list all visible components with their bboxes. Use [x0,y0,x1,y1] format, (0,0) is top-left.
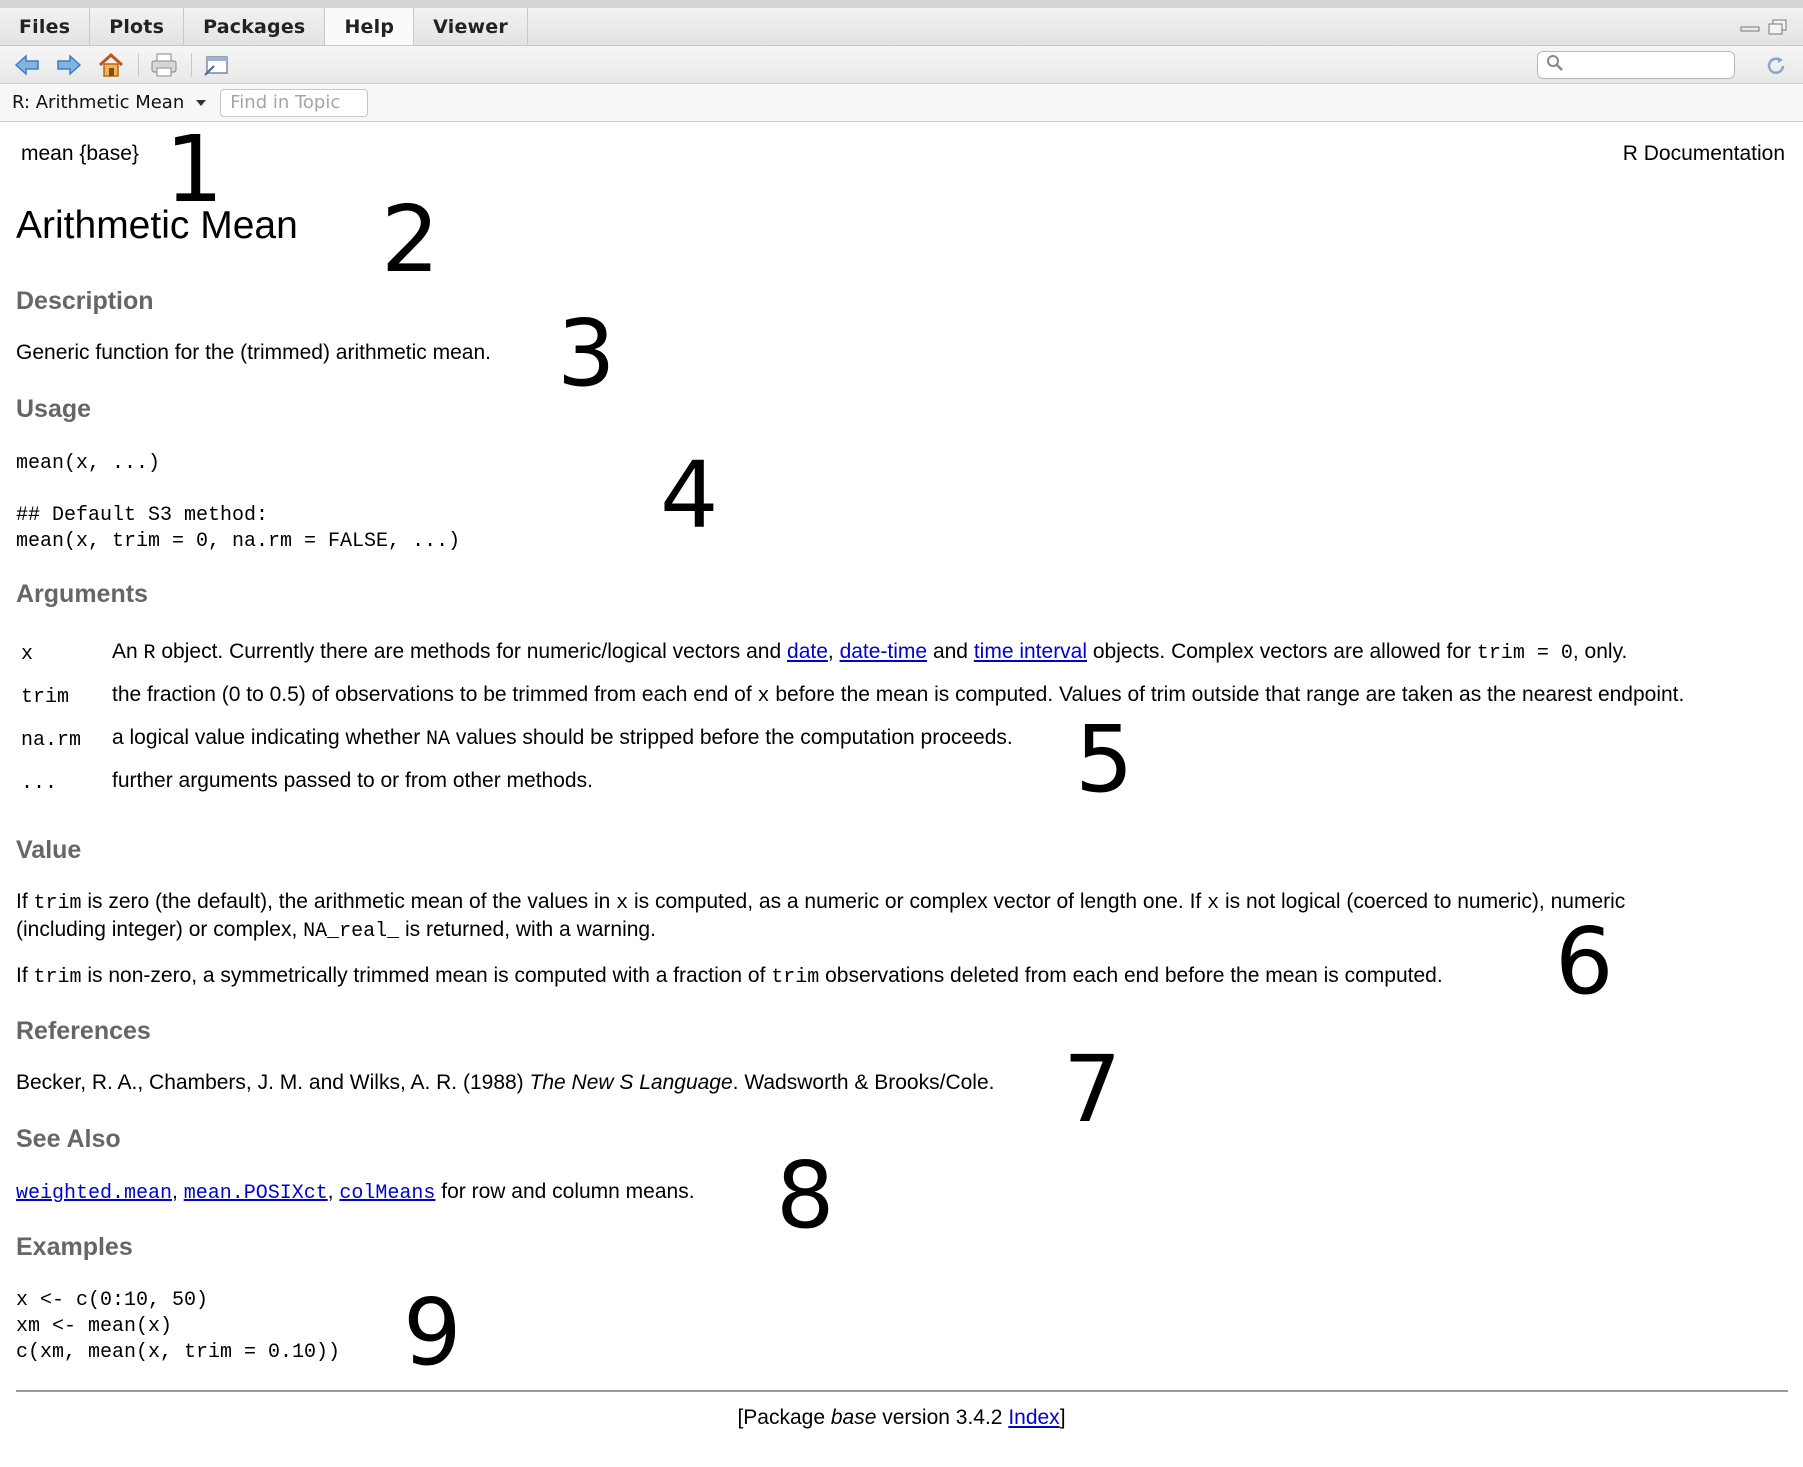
tab-help[interactable]: Help [325,8,415,45]
examples-code-block: x <- c(0:10, 50) xm <- mean(x) c(xm, mean(… [16,1288,340,1366]
link-colmeans[interactable]: colMeans [339,1182,435,1205]
see-also-text: weighted.mean, mean.POSIXct, colMeans fo… [16,1180,695,1205]
chevron-down-icon [196,99,207,106]
argument-name: x [21,643,34,666]
annotation-number-3: 3 [557,300,616,407]
usage-code-block: mean(x, ...) ## Default S3 method: mean(x,… [16,451,460,555]
link-index[interactable]: Index [1008,1406,1059,1429]
description-text: Generic function for the (trimmed) arith… [16,341,492,364]
window-controls [1739,8,1803,45]
annotation-number-8: 8 [776,1142,835,1249]
tab-plots[interactable]: Plots [90,8,185,45]
tab-viewer[interactable]: Viewer [414,8,528,45]
value-paragraph: If trim is non-zero, a symmetrically tri… [16,964,1443,989]
page-title: Arithmetic Mean [16,204,298,247]
argument-description: the fraction (0 to 0.5) of observations … [112,683,1685,708]
section-heading-arguments: Arguments [16,580,148,608]
link-mean-posixct[interactable]: mean.POSIXct [184,1182,328,1205]
toolbar-divider [138,52,139,77]
annotation-number-6: 6 [1555,908,1614,1015]
code-line: mean(x, trim = 0, na.rm = FALSE, ...) [16,530,461,553]
tab-packages[interactable]: Packages [184,8,326,45]
doc-package-header: mean {base} [21,142,139,165]
section-heading-description: Description [16,287,154,315]
code-line: ## Default S3 method: [16,504,269,527]
annotation-number-1: 1 [165,116,224,223]
package-footer: [Package base version 3.4.2 Index] [737,1406,1066,1429]
code-line: c(xm, mean(x, trim = 0.10)) [16,1341,341,1364]
argument-description: further arguments passed to or from othe… [112,769,593,792]
print-icon[interactable] [149,50,179,80]
section-heading-examples: Examples [16,1233,133,1261]
annotation-number-5: 5 [1075,706,1134,813]
annotation-number-4: 4 [660,442,719,549]
tab-files[interactable]: Files [0,8,91,45]
section-heading-usage: Usage [16,395,92,423]
open-in-window-icon[interactable] [202,50,232,80]
reference-text: Becker, R. A., Chambers, J. M. and Wilks… [16,1071,995,1094]
section-heading-see-also: See Also [16,1125,121,1153]
code-line: x <- c(0:10, 50) [16,1289,209,1312]
link-time-interval[interactable]: time interval [974,640,1087,663]
back-arrow-icon[interactable] [12,50,42,80]
argument-description: a logical value indicating whether NA va… [112,726,1013,751]
pane-tab-bar: Files Plots Packages Help Viewer [0,0,1803,46]
argument-name: trim [21,686,70,709]
value-paragraph: If trim is zero (the default), the arith… [16,890,1626,943]
link-weighted-mean[interactable]: weighted.mean [16,1182,172,1205]
link-date-time[interactable]: date-time [840,640,928,663]
topic-dropdown-label: R: Arithmetic Mean [12,92,185,113]
section-heading-value: Value [16,836,82,864]
topic-bar: R: Arithmetic Mean [0,84,1803,122]
help-document: mean {base} R Documentation Arithmetic M… [0,122,1803,1467]
forward-arrow-icon[interactable] [54,50,84,80]
search-icon [1546,54,1564,77]
refresh-icon[interactable] [1762,52,1790,80]
help-search-field[interactable] [1537,51,1735,79]
argument-name: ... [21,772,58,795]
home-icon[interactable] [96,50,126,80]
code-line: xm <- mean(x) [16,1315,173,1338]
footer-divider [16,1390,1788,1392]
toolbar-divider [191,52,192,77]
annotation-number-7: 7 [1063,1036,1122,1143]
maximize-icon[interactable] [1767,19,1789,35]
annotation-number-2: 2 [381,186,440,293]
find-in-topic-input[interactable] [220,88,369,117]
doc-r-documentation-label: R Documentation [1622,142,1785,165]
help-toolbar [0,46,1803,84]
argument-description: An R object. Currently there are methods… [112,640,1628,665]
topic-history-dropdown[interactable]: R: Arithmetic Mean [12,92,207,113]
link-date[interactable]: date [787,640,828,663]
argument-name: na.rm [21,729,82,752]
minimize-icon[interactable] [1739,19,1761,35]
code-line: mean(x, ...) [16,452,161,475]
annotation-number-9: 9 [403,1279,462,1386]
section-heading-references: References [16,1017,151,1045]
